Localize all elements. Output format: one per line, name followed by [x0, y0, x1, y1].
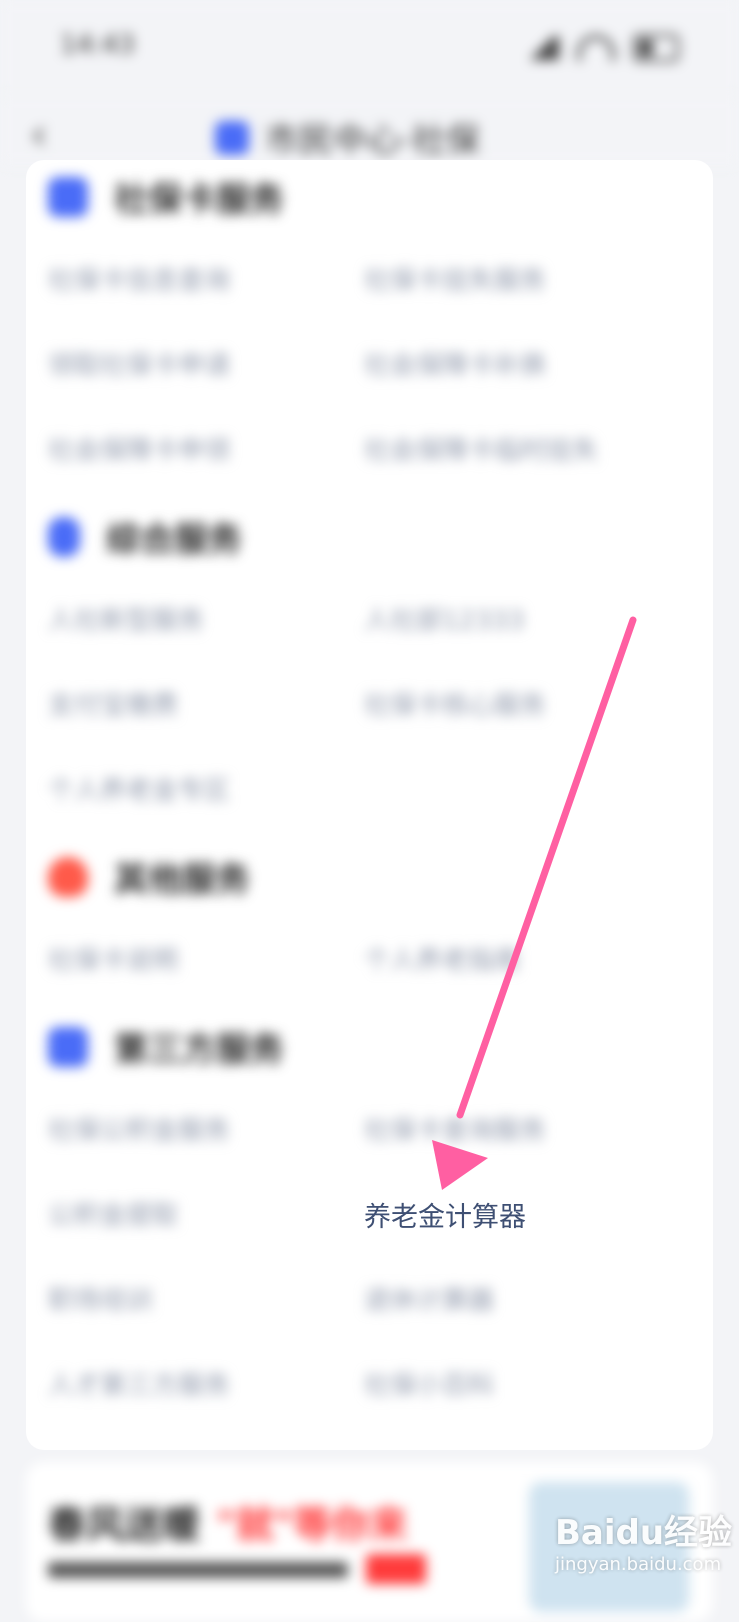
- phone-icon: [48, 516, 80, 557]
- service-link[interactable]: 人社新型服务: [48, 600, 204, 637]
- section-header-social-card: 社保卡服务: [48, 172, 284, 221]
- banner-title: 春风送暖: [48, 1503, 201, 1547]
- watermark-sub: jingyan.baidu.com: [555, 1554, 722, 1575]
- flame-icon: [48, 856, 88, 897]
- section-title: 综合服务: [106, 520, 242, 560]
- service-link[interactable]: 社保公积金服务: [48, 1110, 230, 1147]
- service-link[interactable]: 社保卡说明: [48, 940, 178, 977]
- banner-subtitle-bar: [48, 1562, 348, 1578]
- service-link[interactable]: 领取社保卡申请: [48, 345, 230, 382]
- service-link[interactable]: 社保卡查询服务: [364, 1110, 546, 1147]
- services-card: 社保卡服务 社保卡信息查询 社保卡挂失服务 领取社保卡申请 社会保障卡补换 社会…: [26, 160, 713, 1450]
- service-link[interactable]: 社会保障卡临时挂失: [364, 430, 598, 467]
- status-time: 14:43: [60, 30, 135, 60]
- status-bar: 14:43: [0, 0, 739, 95]
- service-link[interactable]: 社保卡挂失服务: [364, 260, 546, 297]
- service-link[interactable]: 职场培训: [48, 1280, 152, 1317]
- service-link[interactable]: 个人养老指南: [364, 940, 520, 977]
- service-link[interactable]: 人才第三方服务: [48, 1365, 230, 1402]
- page-title: 市民中心·社保: [265, 121, 480, 161]
- wifi-icon: [577, 35, 615, 61]
- pension-calculator-link[interactable]: 养老金计算器: [364, 1195, 526, 1234]
- signal-icon: [525, 36, 559, 60]
- service-link[interactable]: 退休计算器: [364, 1280, 494, 1317]
- service-link[interactable]: 社会保障卡申领: [48, 430, 230, 467]
- watermark-main: Baidu经验: [555, 1513, 733, 1553]
- section-header-third-party: 第三方服务: [48, 1022, 284, 1071]
- service-link[interactable]: 社会保障卡补换: [364, 345, 546, 382]
- service-link[interactable]: 社保小百科: [364, 1365, 494, 1402]
- banner-tag: [366, 1554, 426, 1584]
- section-title: 其他服务: [114, 860, 250, 900]
- section-header-other: 其他服务: [48, 852, 250, 901]
- section-title: 第三方服务: [114, 1030, 284, 1070]
- chevron-left-icon[interactable]: ‹: [30, 109, 48, 160]
- page-title-group: 市民中心·社保: [215, 113, 480, 162]
- service-logo-icon: [215, 120, 249, 155]
- service-link[interactable]: 个人养老金专区: [48, 770, 230, 807]
- service-link[interactable]: 社保卡核心服务: [364, 685, 546, 722]
- service-link[interactable]: 人社部12333: [364, 600, 525, 637]
- service-link[interactable]: 支付宝缴费: [48, 685, 178, 722]
- baidu-watermark: Baidu经验 jingyan.baidu.com: [555, 1505, 732, 1575]
- service-link[interactable]: 公积金提取: [48, 1195, 178, 1232]
- page-header: ‹ 市民中心·社保: [0, 95, 739, 165]
- battery-icon: [633, 34, 679, 62]
- card-icon: [48, 176, 88, 217]
- banner-accent: "就"等你来: [216, 1503, 408, 1547]
- status-icons: [525, 34, 679, 62]
- grid-icon: [48, 1026, 88, 1067]
- section-header-general: 综合服务: [48, 512, 242, 561]
- section-title: 社保卡服务: [114, 180, 284, 220]
- service-link[interactable]: 社保卡信息查询: [48, 260, 230, 297]
